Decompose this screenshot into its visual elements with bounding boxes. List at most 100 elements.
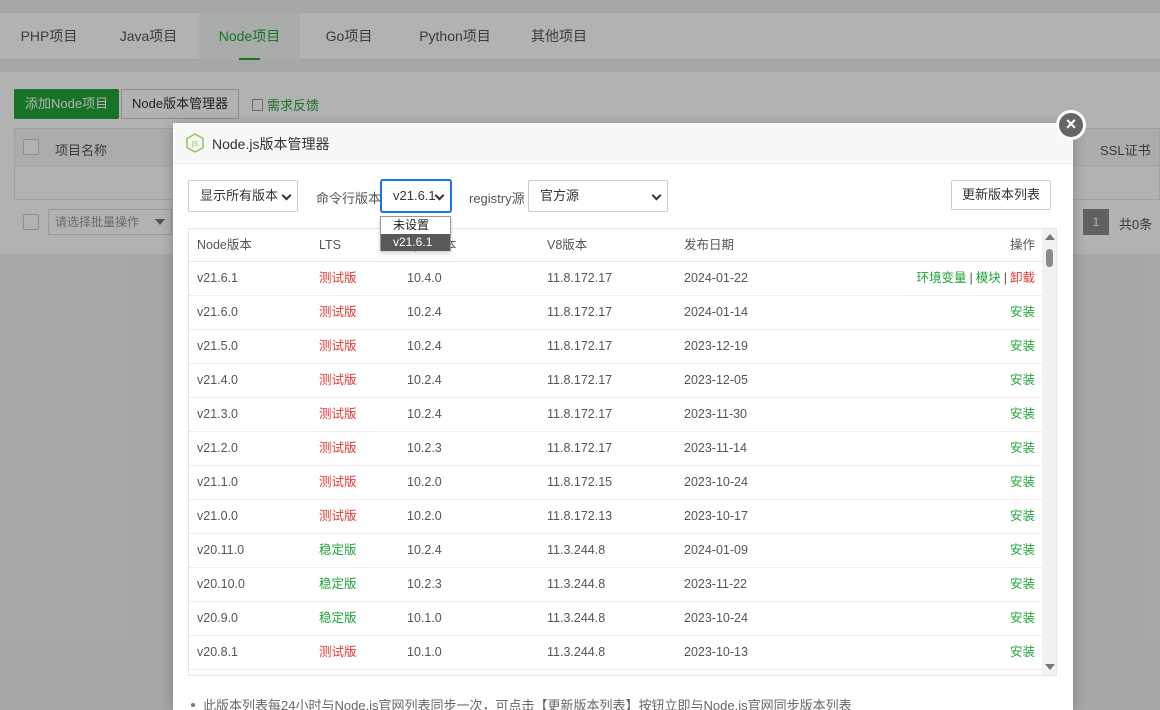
table-scrollbar[interactable] — [1042, 229, 1056, 675]
registry-select[interactable]: 官方源 — [528, 180, 668, 212]
install-link[interactable]: 安装 — [1010, 543, 1035, 557]
npm-version: 10.1.0 — [407, 611, 442, 625]
uninstall-link[interactable]: 卸载 — [1010, 271, 1035, 285]
env-var-link[interactable]: 环境变量 — [916, 271, 966, 285]
op-separator: | — [969, 271, 973, 285]
node-version: v21.6.0 — [197, 305, 239, 319]
col-node-version: Node版本 — [197, 238, 252, 252]
node-version: v20.9.0 — [197, 611, 239, 625]
lts-status: 稳定版 — [319, 577, 357, 591]
col-release-date: 发布日期 — [684, 238, 735, 252]
registry-label: registry源 — [469, 191, 525, 206]
release-date: 2023-12-19 — [684, 339, 748, 353]
cli-version-dropdown: 未设置 v21.6.1 — [380, 216, 451, 251]
npm-version: 10.2.3 — [407, 441, 442, 455]
v8-version: 11.8.172.17 — [547, 407, 613, 421]
dropdown-option-v21-6-1[interactable]: v21.6.1 — [381, 234, 450, 251]
version-row: v21.0.0 测试版 10.2.0 11.8.172.13 2023-10-17 安装 — [189, 500, 1042, 534]
release-date: 2023-10-24 — [684, 611, 748, 625]
scroll-up-icon[interactable] — [1045, 234, 1055, 240]
version-table: Node版本 LTS npm版本 V8版本 发布日期 操作 v21.6.1 测试版… — [188, 228, 1057, 676]
v8-version: 11.8.172.13 — [547, 509, 613, 523]
registry-value: 官方源 — [540, 188, 580, 203]
release-date: 2024-01-09 — [684, 543, 748, 557]
version-row: v21.5.0 测试版 10.2.4 11.8.172.17 2023-12-19 安装 — [189, 330, 1042, 364]
v8-version: 11.3.244.8 — [547, 645, 606, 659]
bullet-icon — [191, 703, 195, 707]
row-operations: 安装 — [1010, 296, 1035, 329]
lts-status: 稳定版 — [319, 611, 357, 625]
dialog-title: Node.js版本管理器 — [212, 136, 330, 152]
row-operations: 安装 — [1010, 534, 1035, 567]
lts-status: 测试版 — [319, 339, 357, 353]
refresh-version-list-button[interactable]: 更新版本列表 — [951, 180, 1052, 210]
scroll-down-icon[interactable] — [1045, 664, 1055, 670]
dropdown-option-unset[interactable]: 未设置 — [381, 217, 450, 234]
install-link[interactable]: 安装 — [1010, 305, 1035, 319]
node-version: v21.2.0 — [197, 441, 239, 455]
npm-version: 10.2.4 — [407, 543, 442, 557]
install-link[interactable]: 安装 — [1010, 373, 1035, 387]
row-operations: 环境变量 | 模块 | 卸载 — [916, 262, 1035, 295]
v8-version: 11.8.172.17 — [547, 305, 613, 319]
release-date: 2023-11-22 — [684, 577, 748, 591]
lts-status: 测试版 — [319, 373, 357, 387]
col-operation: 操作 — [1009, 238, 1035, 252]
install-link[interactable]: 安装 — [1010, 509, 1035, 523]
scrollbar-thumb[interactable] — [1046, 249, 1053, 267]
row-operations: 安装 — [1010, 466, 1035, 499]
row-operations: 安装 — [1010, 602, 1035, 635]
row-operations: 安装 — [1010, 364, 1035, 397]
node-version: v20.10.0 — [197, 577, 245, 591]
npm-version: 10.2.0 — [407, 509, 442, 523]
install-link[interactable]: 安装 — [1010, 339, 1035, 353]
lts-status: 测试版 — [319, 305, 357, 319]
release-date: 2023-12-05 — [684, 373, 748, 387]
npm-version: 10.2.4 — [407, 305, 442, 319]
row-operations: 安装 — [1010, 568, 1035, 601]
v8-version: 11.3.244.8 — [547, 543, 606, 557]
npm-version: 10.2.3 — [407, 577, 442, 591]
release-date: 2023-10-17 — [684, 509, 748, 523]
row-operations: 安装 — [1010, 432, 1035, 465]
npm-version: 10.4.0 — [407, 271, 442, 285]
install-link[interactable]: 安装 — [1010, 475, 1035, 489]
release-date: 2023-11-14 — [684, 441, 748, 455]
npm-version: 10.2.4 — [407, 339, 442, 353]
nodejs-icon: JS — [186, 133, 204, 153]
chevron-down-icon — [281, 190, 292, 201]
install-link[interactable]: 安装 — [1010, 645, 1035, 659]
release-date: 2023-11-30 — [684, 407, 748, 421]
module-link[interactable]: 模块 — [976, 271, 1001, 285]
sync-note-text: 此版本列表每24小时与Node.js官网列表同步一次，可点击【更新版本列表】按钮… — [203, 698, 852, 710]
install-link[interactable]: 安装 — [1010, 611, 1035, 625]
v8-version: 11.3.244.8 — [547, 611, 606, 625]
release-date: 2023-10-13 — [684, 645, 748, 659]
v8-version: 11.8.172.17 — [547, 339, 613, 353]
npm-version: 10.2.4 — [407, 407, 442, 421]
cli-version-value: v21.6.1 — [393, 188, 436, 203]
version-row: v21.6.1 测试版 10.4.0 11.8.172.17 2024-01-22 环境变… — [189, 262, 1042, 296]
release-date: 2024-01-22 — [684, 271, 748, 285]
op-separator: | — [1003, 271, 1007, 285]
row-operations: 安装 — [1010, 398, 1035, 431]
lts-status: 测试版 — [319, 407, 357, 421]
chevron-down-icon — [651, 190, 662, 201]
close-dialog-button[interactable]: × — [1056, 110, 1086, 140]
cli-version-select[interactable]: v21.6.1 — [381, 180, 451, 212]
v8-version: 11.8.172.15 — [547, 475, 613, 489]
version-filter-select[interactable]: 显示所有版本 — [188, 180, 298, 212]
version-row: v21.3.0 测试版 10.2.4 11.8.172.17 2023-11-30 安装 — [189, 398, 1042, 432]
install-link[interactable]: 安装 — [1010, 441, 1035, 455]
install-link[interactable]: 安装 — [1010, 407, 1035, 421]
version-filter-value: 显示所有版本 — [200, 188, 279, 203]
node-version: v21.4.0 — [197, 373, 239, 387]
npm-version: 10.2.0 — [407, 475, 442, 489]
node-version: v21.1.0 — [197, 475, 239, 489]
row-operations: 安装 — [1010, 330, 1035, 363]
install-link[interactable]: 安装 — [1010, 577, 1035, 591]
version-row: v20.10.0 稳定版 10.2.3 11.3.244.8 2023-11-22 安装 — [189, 568, 1042, 602]
node-version: v21.6.1 — [197, 271, 239, 285]
lts-status: 测试版 — [319, 509, 357, 523]
node-version: v20.11.0 — [197, 543, 245, 557]
